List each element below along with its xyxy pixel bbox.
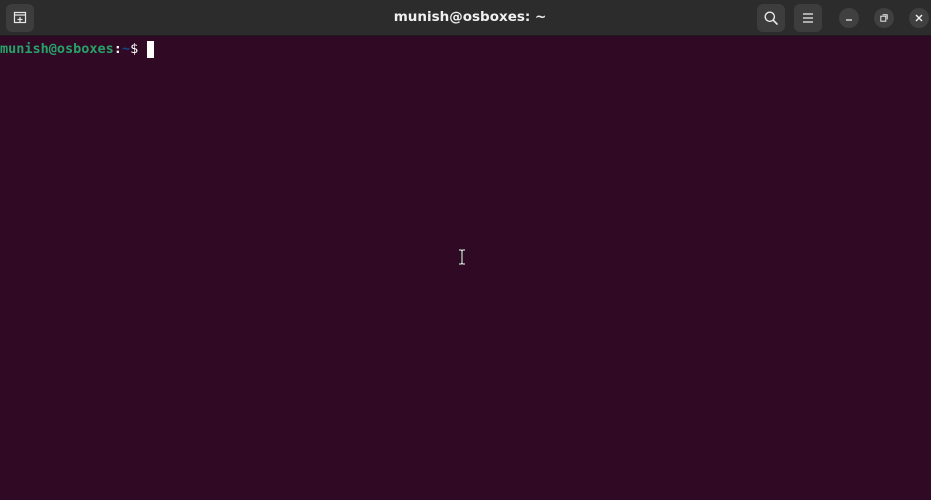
- prompt-user-host: munish@osboxes: [0, 41, 114, 57]
- minimize-button[interactable]: [839, 8, 859, 28]
- window-title: munish@osboxes: ~: [393, 9, 547, 25]
- prompt-line: munish@osboxes: ~ $: [0, 40, 155, 58]
- search-button[interactable]: [757, 4, 785, 32]
- prompt-symbol: $: [130, 41, 147, 57]
- text-cursor: [147, 40, 155, 58]
- prompt-colon: :: [113, 41, 122, 57]
- new-tab-icon: [13, 11, 27, 24]
- close-icon: [915, 14, 923, 22]
- terminal-area[interactable]: munish@osboxes: ~ $: [0, 37, 931, 500]
- menu-button[interactable]: [794, 4, 822, 32]
- minimize-icon: [846, 19, 852, 21]
- hamburger-menu-icon: [803, 13, 813, 23]
- title-bar: munish@osboxes: ~: [0, 0, 931, 36]
- prompt-path: ~: [121, 41, 131, 57]
- ibeam-cursor-icon: [459, 249, 465, 265]
- maximize-icon: [880, 14, 888, 22]
- terminal-window: munish@osboxes: ~ munish@osboxes: ~ $: [0, 0, 931, 500]
- search-icon: [764, 11, 778, 25]
- new-tab-button[interactable]: [6, 4, 34, 32]
- maximize-button[interactable]: [874, 8, 894, 28]
- close-button[interactable]: [909, 8, 929, 28]
